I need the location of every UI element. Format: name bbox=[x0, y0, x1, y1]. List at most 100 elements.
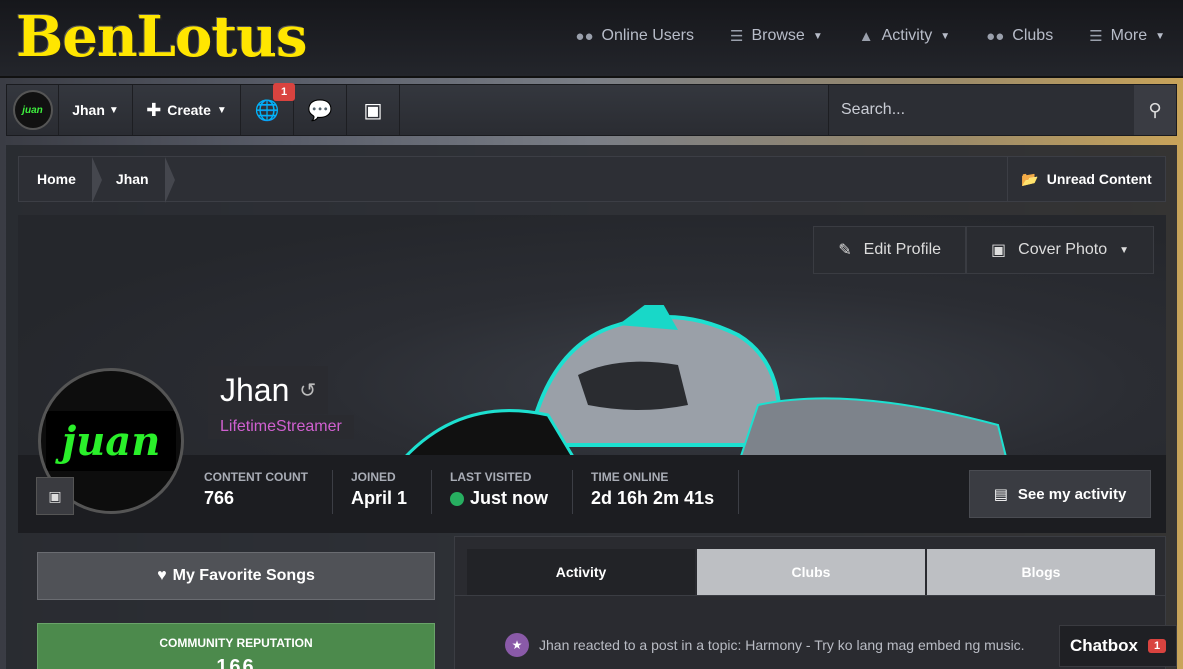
stat-last-visited: LAST VISITED Just now bbox=[432, 470, 574, 514]
gallery-button[interactable]: ▣ bbox=[347, 85, 400, 135]
chatbox-label: Chatbox bbox=[1069, 636, 1138, 655]
change-photo-button[interactable]: ▣ bbox=[36, 477, 74, 515]
main-nav: ●● Online Users ☰ Browse ▼ ▲ Activity ▼ … bbox=[557, 22, 1183, 50]
breadcrumb: Home Jhan 📂 Unread Content bbox=[18, 156, 1166, 203]
image-icon: ▣ bbox=[363, 99, 383, 122]
cover-photo-button[interactable]: ▣ Cover Photo ▼ bbox=[966, 226, 1154, 274]
nav-activity[interactable]: ▲ Activity ▼ bbox=[841, 22, 968, 50]
nav-more[interactable]: ☰ More ▼ bbox=[1071, 22, 1183, 50]
unread-label: Unread Content bbox=[1046, 171, 1152, 187]
stat-label: LAST VISITED bbox=[450, 470, 532, 484]
cover-actions: ✎ Edit Profile ▣ Cover Photo ▼ bbox=[813, 226, 1154, 274]
chatbox-badge: 1 bbox=[1147, 639, 1167, 653]
avatar: juan bbox=[12, 90, 53, 130]
comments-icon: 💬 bbox=[307, 99, 333, 122]
nav-label: More bbox=[1110, 27, 1148, 44]
site-logo[interactable]: BenLotus bbox=[16, 6, 308, 68]
member-group: LifetimeStreamer bbox=[208, 415, 354, 439]
create-button[interactable]: ✚ Create ▼ bbox=[133, 85, 241, 135]
stat-value: April 1 bbox=[351, 488, 408, 508]
search-button[interactable]: ⚲ bbox=[1134, 85, 1176, 135]
nav-browse[interactable]: ☰ Browse ▼ bbox=[712, 22, 841, 50]
messages-button[interactable]: 💬 bbox=[294, 85, 347, 135]
see-activity-label: See my activity bbox=[1017, 485, 1127, 503]
users-icon: ●● bbox=[575, 27, 594, 45]
edit-profile-label: Edit Profile bbox=[863, 241, 942, 258]
online-status-icon bbox=[450, 491, 465, 506]
stat-joined: JOINED April 1 bbox=[333, 470, 433, 514]
breadcrumb-home[interactable]: Home bbox=[19, 157, 102, 203]
user-avatar-link[interactable]: juan bbox=[7, 85, 59, 135]
users-icon: ●● bbox=[986, 27, 1005, 45]
stat-label: CONTENT COUNT bbox=[204, 470, 308, 484]
stat-value: 2d 16h 2m 41s bbox=[591, 488, 715, 508]
caret-down-icon: ▼ bbox=[1119, 244, 1129, 256]
user-bar: juan Jhan ▼ ✚ Create ▼ 🌐 1 💬 ▣ Search...… bbox=[6, 83, 1177, 136]
stat-label: JOINED bbox=[351, 470, 396, 484]
search-icon: ⚲ bbox=[1148, 99, 1162, 120]
stat-value: 766 bbox=[204, 488, 235, 508]
community-reputation: COMMUNITY REPUTATION 166 bbox=[37, 623, 435, 669]
nav-label: Activity bbox=[881, 27, 933, 44]
stat-value-row: Just now bbox=[450, 488, 548, 509]
notification-badge: 1 bbox=[273, 83, 295, 101]
cover-photo-label: Cover Photo bbox=[1018, 241, 1108, 258]
reputation-value: 166 bbox=[216, 656, 256, 669]
chatbox-button[interactable]: Chatbox 1 bbox=[1059, 625, 1177, 667]
breadcrumb-profile[interactable]: Jhan bbox=[98, 157, 175, 203]
megaphone-icon: ▲ bbox=[858, 27, 874, 45]
profile-tabs: Activity Clubs Blogs bbox=[467, 549, 1155, 595]
heart-icon: ♥ bbox=[157, 567, 167, 584]
profile-name-text: Jhan bbox=[220, 371, 290, 408]
tab-blogs[interactable]: Blogs bbox=[927, 549, 1155, 595]
favorite-songs-label: My Favorite Songs bbox=[172, 567, 315, 584]
image-icon: ▣ bbox=[48, 487, 62, 504]
stat-content-count: CONTENT COUNT 766 bbox=[186, 470, 333, 514]
list-icon: ☰ bbox=[730, 28, 744, 45]
tab-activity[interactable]: Activity bbox=[467, 549, 695, 595]
history-icon[interactable]: ↺ bbox=[299, 378, 316, 403]
caret-down-icon: ▼ bbox=[940, 30, 951, 42]
profile-name: Jhan ↺ bbox=[208, 366, 329, 414]
user-menu[interactable]: Jhan ▼ bbox=[59, 85, 133, 135]
stat-label: TIME ONLINE bbox=[591, 470, 669, 484]
search-input[interactable]: Search... bbox=[828, 85, 1134, 135]
pencil-icon: ✎ bbox=[838, 242, 852, 259]
menu-icon: ☰ bbox=[1089, 28, 1103, 45]
edit-profile-button[interactable]: ✎ Edit Profile bbox=[813, 226, 967, 274]
content-frame: Home Jhan 📂 Unread Content ✎ Edit Profil… bbox=[6, 145, 1177, 669]
notifications-button[interactable]: 🌐 1 bbox=[241, 83, 295, 135]
site-header: BenLotus ●● Online Users ☰ Browse ▼ ▲ Ac… bbox=[0, 0, 1183, 78]
avatar-image: juan bbox=[46, 411, 176, 471]
tab-clubs[interactable]: Clubs bbox=[697, 549, 925, 595]
folder-open-icon: 📂 bbox=[1021, 170, 1039, 187]
activity-item[interactable]: ★ Jhan reacted to a post in a topic: Har… bbox=[505, 633, 1025, 657]
plus-icon: ✚ bbox=[146, 99, 162, 120]
caret-down-icon: ▼ bbox=[812, 30, 823, 42]
globe-icon: 🌐 bbox=[254, 99, 280, 122]
activity-text: Jhan reacted to a post in a topic: Harmo… bbox=[539, 637, 1025, 653]
nav-label: Browse bbox=[751, 27, 805, 44]
create-label: Create bbox=[167, 102, 211, 118]
caret-down-icon: ▼ bbox=[216, 104, 227, 116]
stat-time-online: TIME ONLINE 2d 16h 2m 41s bbox=[573, 470, 740, 514]
see-my-activity-button[interactable]: ▤ See my activity bbox=[969, 470, 1151, 518]
reputation-label: COMMUNITY REPUTATION bbox=[159, 636, 313, 650]
unread-content-button[interactable]: 📂 Unread Content bbox=[1007, 157, 1165, 201]
stat-value: Just now bbox=[470, 488, 549, 508]
caret-down-icon: ▼ bbox=[108, 104, 119, 116]
cover-knight-graphic bbox=[403, 305, 1008, 457]
favorite-songs-button[interactable]: ♥ My Favorite Songs bbox=[37, 552, 435, 600]
divider bbox=[455, 595, 1165, 596]
nav-online-users[interactable]: ●● Online Users bbox=[557, 22, 712, 50]
caret-down-icon: ▼ bbox=[1155, 30, 1165, 42]
trophy-icon: ★ bbox=[505, 633, 529, 657]
profile-stats: CONTENT COUNT 766 JOINED April 1 LAST VI… bbox=[186, 470, 740, 514]
nav-clubs[interactable]: ●● Clubs bbox=[968, 22, 1071, 50]
newspaper-icon: ▤ bbox=[993, 486, 1008, 503]
username: Jhan bbox=[72, 102, 105, 118]
image-icon: ▣ bbox=[991, 242, 1007, 259]
nav-label: Clubs bbox=[1012, 27, 1054, 44]
cover-photo: ✎ Edit Profile ▣ Cover Photo ▼ bbox=[18, 215, 1166, 457]
nav-label: Online Users bbox=[601, 27, 694, 44]
